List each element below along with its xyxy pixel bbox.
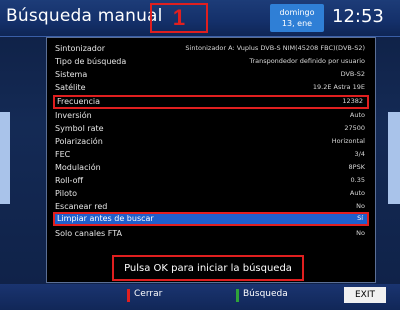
green-key-icon bbox=[236, 289, 239, 302]
setting-row-clear-before-scan[interactable]: Limpiar antes de buscar Sí bbox=[53, 212, 369, 226]
setting-row-frequency[interactable]: Frecuencia 12382 bbox=[53, 95, 369, 109]
setting-value: DVB-S2 bbox=[340, 70, 365, 78]
setting-row-symbol-rate[interactable]: Symbol rate 27500 bbox=[53, 122, 369, 135]
setting-label: Symbol rate bbox=[55, 124, 104, 133]
setting-value: Sintonizador A: Vuplus DVB-S NIM(45208 F… bbox=[185, 44, 365, 52]
setting-row-pilot[interactable]: Piloto Auto bbox=[53, 187, 369, 200]
setting-value: Sí bbox=[357, 214, 363, 222]
date-display: domingo 13, ene bbox=[270, 4, 324, 32]
search-button[interactable]: Búsqueda bbox=[243, 289, 288, 299]
page-title: Búsqueda manual bbox=[6, 6, 163, 26]
red-key-icon bbox=[127, 289, 130, 302]
setting-label: Satélite bbox=[55, 83, 86, 92]
annotation-number: 1 bbox=[172, 5, 186, 30]
setting-row-search-type[interactable]: Tipo de búsqueda Transpondedor definido … bbox=[53, 55, 369, 68]
background-preview-left bbox=[0, 112, 10, 204]
setting-value: 19.2E Astra 19E bbox=[312, 83, 365, 91]
settings-panel: Sintonizador Sintonizador A: Vuplus DVB-… bbox=[46, 37, 376, 283]
setting-label: FEC bbox=[55, 150, 71, 159]
setting-value: 3/4 bbox=[354, 150, 365, 158]
setting-row-satellite[interactable]: Satélite 19.2E Astra 19E bbox=[53, 81, 369, 94]
date-day-month: 13, ene bbox=[281, 19, 313, 28]
setting-row-modulation[interactable]: Modulación 8PSK bbox=[53, 161, 369, 174]
setting-row-inversion[interactable]: Inversión Auto bbox=[53, 109, 369, 122]
annotation-marker: 1 bbox=[150, 3, 208, 33]
start-scan-prompt[interactable]: Pulsa OK para iniciar la búsqueda bbox=[112, 255, 304, 281]
setting-label: Frecuencia bbox=[57, 97, 101, 106]
setting-label: Piloto bbox=[55, 189, 78, 198]
setting-row-fec[interactable]: FEC 3/4 bbox=[53, 148, 369, 161]
setting-label: Sistema bbox=[55, 70, 88, 79]
setting-value: Horizontal bbox=[331, 137, 365, 145]
setting-row-fta-only[interactable]: Solo canales FTA No bbox=[53, 227, 369, 240]
close-button[interactable]: Cerrar bbox=[134, 289, 162, 299]
setting-label: Polarización bbox=[55, 137, 103, 146]
setting-row-polarization[interactable]: Polarización Horizontal bbox=[53, 135, 369, 148]
setting-value: Transpondedor definido por usuario bbox=[249, 57, 365, 65]
setting-row-system[interactable]: Sistema DVB-S2 bbox=[53, 68, 369, 81]
setting-label: Modulación bbox=[55, 163, 101, 172]
setting-value: No bbox=[356, 229, 365, 237]
setting-label: Tipo de búsqueda bbox=[55, 57, 127, 66]
setting-row-tuner[interactable]: Sintonizador Sintonizador A: Vuplus DVB-… bbox=[53, 42, 369, 55]
footer-bar: Cerrar Búsqueda EXIT bbox=[0, 284, 400, 310]
top-bar: Búsqueda manual 1 domingo 13, ene 12:53 bbox=[0, 0, 400, 37]
setting-value: 0.35 bbox=[350, 176, 365, 184]
setting-value: Auto bbox=[349, 111, 365, 119]
clock: 12:53 bbox=[332, 6, 384, 27]
background-preview-right bbox=[388, 112, 400, 204]
setting-value: 8PSK bbox=[348, 163, 365, 171]
date-weekday: domingo bbox=[279, 8, 315, 17]
setting-label: Solo canales FTA bbox=[55, 229, 122, 238]
setting-label: Limpiar antes de buscar bbox=[57, 214, 154, 223]
setting-value: 27500 bbox=[344, 124, 365, 132]
setting-label: Inversión bbox=[55, 111, 92, 120]
setting-value: Auto bbox=[349, 189, 365, 197]
setting-label: Sintonizador bbox=[55, 44, 106, 53]
setting-row-rolloff[interactable]: Roll-off 0.35 bbox=[53, 174, 369, 187]
setting-label: Roll-off bbox=[55, 176, 83, 185]
exit-button[interactable]: EXIT bbox=[344, 287, 386, 303]
setting-value: 12382 bbox=[342, 97, 363, 105]
